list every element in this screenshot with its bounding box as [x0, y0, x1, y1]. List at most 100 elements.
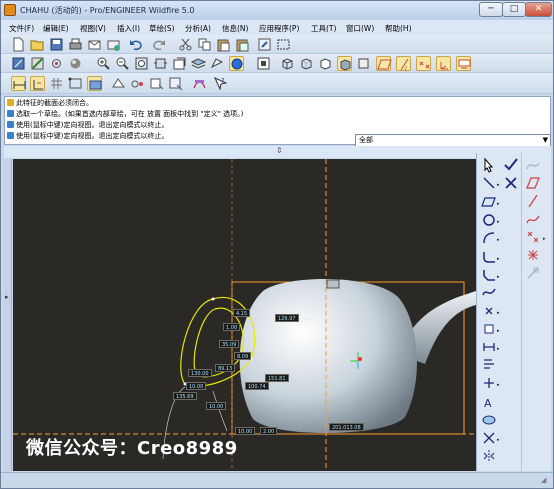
- datum-axes-icon[interactable]: /: [396, 56, 411, 72]
- vertex-display-icon[interactable]: [68, 76, 83, 91]
- dimension-label[interactable]: 151.81: [265, 374, 289, 382]
- teapot-lid-knob[interactable]: [326, 279, 340, 289]
- sketch-view-icon[interactable]: [11, 56, 26, 71]
- paste-special-icon[interactable]: [235, 37, 250, 52]
- navigator-splitter[interactable]: ▸: [4, 159, 12, 471]
- constraint-tool-icon[interactable]: [481, 375, 497, 391]
- dimension-label[interactable]: 2.00: [260, 427, 278, 435]
- context-help-icon[interactable]: ?: [212, 76, 227, 91]
- copy-icon[interactable]: [197, 37, 212, 52]
- refit-icon[interactable]: [134, 56, 149, 71]
- shading-icon[interactable]: [30, 56, 45, 71]
- layers-icon[interactable]: [191, 56, 206, 71]
- undo-icon[interactable]: [128, 37, 143, 52]
- datum-point-icon[interactable]: [525, 229, 541, 245]
- overlap-geometry-icon[interactable]: [111, 76, 126, 91]
- constraint-display-icon[interactable]: [30, 76, 45, 91]
- graphics-window[interactable]: 126.97 151.81 10.00 10.00 35.09 1.00 135…: [13, 159, 476, 471]
- reorient-icon[interactable]: [153, 56, 168, 71]
- send-link-icon[interactable]: [106, 37, 121, 52]
- select-box-icon[interactable]: [276, 37, 291, 52]
- arc-tool-icon[interactable]: [481, 230, 497, 246]
- saved-views-icon[interactable]: [172, 56, 187, 71]
- datum-csys-icon[interactable]: [525, 247, 541, 263]
- dimension-label[interactable]: 10.00: [206, 402, 227, 410]
- mirror-tool-icon[interactable]: [481, 448, 497, 464]
- menu-edit[interactable]: 编辑(E): [43, 23, 69, 34]
- model-display-icon[interactable]: [256, 56, 271, 71]
- color-appearance-icon[interactable]: [229, 56, 244, 71]
- sketch-view-dir-icon[interactable]: [168, 76, 183, 91]
- menu-sketch[interactable]: 草绘(S): [149, 23, 175, 34]
- dimension-label[interactable]: 1.00: [223, 323, 241, 331]
- line-tool-icon[interactable]: [481, 175, 497, 191]
- spin-center-icon[interactable]: [49, 56, 64, 71]
- paste-icon[interactable]: [216, 37, 231, 52]
- minimize-button[interactable]: ─: [479, 2, 503, 17]
- dimension-label[interactable]: 35.09: [219, 340, 240, 348]
- resize-grip-icon[interactable]: ◢: [541, 476, 551, 486]
- menu-file[interactable]: 文件(F): [9, 23, 34, 34]
- select-arrow-icon[interactable]: [481, 157, 497, 173]
- trim-tool-icon[interactable]: [481, 430, 497, 446]
- text-tool-icon[interactable]: A: [481, 394, 497, 410]
- datum-planes-icon[interactable]: [376, 56, 392, 71]
- dimension-label[interactable]: 10.00: [235, 427, 256, 435]
- annotation-icon[interactable]: [456, 56, 471, 71]
- cut-icon[interactable]: [178, 37, 193, 52]
- expand-navigator-icon[interactable]: ▸: [5, 293, 9, 301]
- menu-tools[interactable]: 工具(T): [311, 23, 336, 34]
- redo-icon[interactable]: [152, 37, 167, 52]
- accept-checkmark-icon[interactable]: [503, 157, 519, 173]
- dimension-label[interactable]: 100.74: [245, 382, 269, 390]
- menu-view[interactable]: 视图(V): [80, 23, 106, 34]
- datum-plane-icon[interactable]: [525, 175, 541, 191]
- cancel-x-icon[interactable]: [503, 175, 519, 191]
- menu-applications[interactable]: 应用程序(P): [259, 23, 299, 34]
- menu-help[interactable]: 帮助(H): [385, 23, 412, 34]
- regenerate-icon[interactable]: [257, 37, 272, 52]
- new-file-icon[interactable]: [11, 37, 26, 52]
- circle-tool-icon[interactable]: [481, 212, 497, 228]
- datum-axis-icon[interactable]: [525, 193, 541, 209]
- analysis-feature-icon[interactable]: [525, 265, 541, 281]
- no-hidden-icon[interactable]: [318, 56, 333, 71]
- maximize-button[interactable]: □: [502, 2, 526, 17]
- shading-mode-icon[interactable]: [337, 56, 352, 71]
- feature-req-icon[interactable]: [149, 76, 164, 91]
- shade-closed-loops-icon[interactable]: [87, 76, 102, 91]
- close-button[interactable]: ✕: [525, 2, 552, 17]
- modify-tool-icon[interactable]: [481, 357, 497, 373]
- rectangle-tool-icon[interactable]: [481, 194, 497, 210]
- dimension-label[interactable]: 10.00: [186, 382, 207, 390]
- dimension-label[interactable]: 135.69: [173, 392, 197, 400]
- zoom-in-icon[interactable]: [96, 56, 111, 71]
- offset-edge-icon[interactable]: [481, 321, 497, 337]
- coordinate-systems-icon[interactable]: [436, 56, 451, 71]
- grid-display-icon[interactable]: [49, 76, 64, 91]
- dimension-display-icon[interactable]: [11, 76, 26, 91]
- dimension-label[interactable]: 126.97: [275, 314, 299, 322]
- datum-points-icon[interactable]: [416, 56, 431, 71]
- menu-info[interactable]: 信息(N): [222, 23, 248, 34]
- message-expand-icon[interactable]: ⇕: [276, 146, 288, 158]
- chamfer-tool-icon[interactable]: [481, 267, 497, 283]
- orient-icon[interactable]: [68, 56, 83, 71]
- send-mail-icon[interactable]: [87, 37, 102, 52]
- appearance-icon[interactable]: [210, 56, 225, 71]
- menu-analysis[interactable]: 分析(A): [185, 23, 211, 34]
- spline-tool-icon[interactable]: [481, 285, 497, 301]
- dimension-label[interactable]: 89.13: [215, 364, 236, 372]
- print-icon[interactable]: [68, 37, 83, 52]
- title-bar[interactable]: CHAHU (活动的) - Pro/ENGINEER Wildfire 5.0 …: [1, 1, 553, 20]
- dimension-label[interactable]: 130.00: [188, 369, 212, 377]
- fillet-tool-icon[interactable]: [481, 249, 497, 265]
- wireframe-icon[interactable]: [280, 56, 295, 71]
- point-tool-icon[interactable]: [481, 303, 497, 319]
- dimension-label[interactable]: 201.013.08: [329, 423, 364, 431]
- sketch-diagnostics-icon[interactable]: [192, 76, 207, 91]
- dimension-label[interactable]: 8.09: [234, 352, 252, 360]
- open-folder-icon[interactable]: [30, 37, 45, 52]
- teapot-body[interactable]: [239, 278, 417, 434]
- open-ends-icon[interactable]: [130, 76, 145, 91]
